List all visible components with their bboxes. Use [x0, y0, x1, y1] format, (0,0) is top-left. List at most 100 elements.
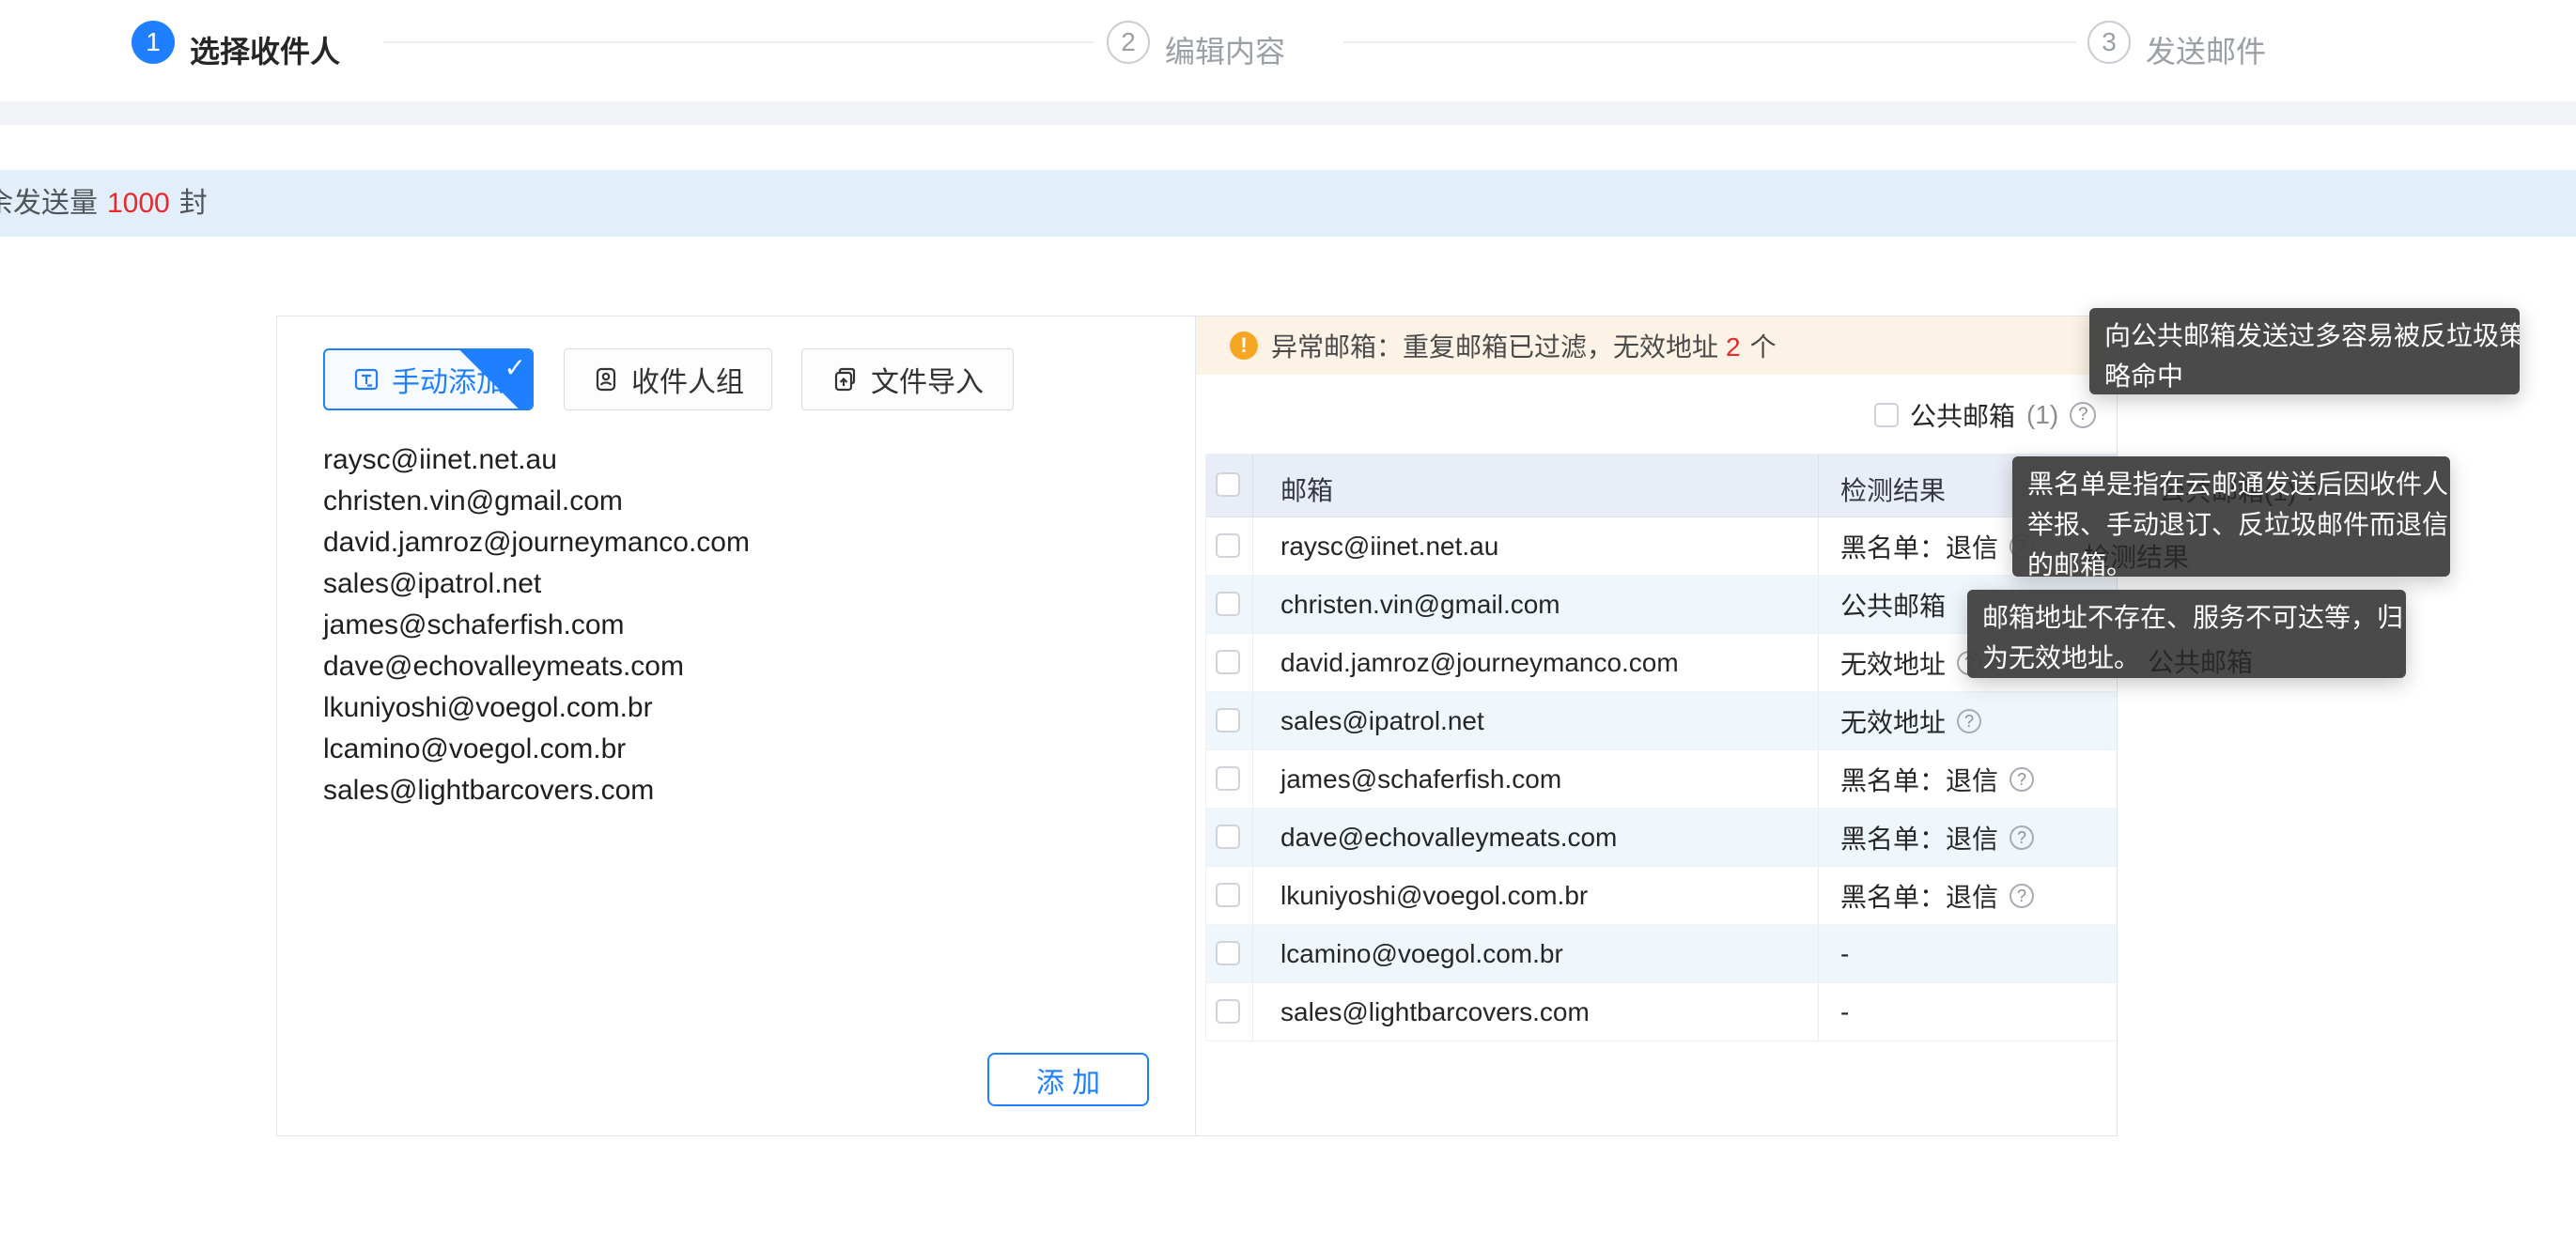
column-header-email: 邮箱 — [1280, 470, 1333, 508]
step-1-indicator: 1 — [132, 21, 175, 64]
step-3-label: 发送邮件 — [2146, 28, 2266, 71]
row-checkbox[interactable] — [1216, 941, 1240, 965]
abnormal-mailbox-warning: ! 异常邮箱：重复邮箱已过滤，无效地址2个 — [1196, 316, 2117, 375]
warning-icon: ! — [1230, 332, 1258, 360]
result-help-icon[interactable]: ? — [2010, 767, 2034, 792]
cell-result: 黑名单：退信? — [1840, 867, 2034, 925]
tooltip-line: 举报、手动退订、反垃圾邮件而退信 — [2027, 504, 2435, 545]
result-text: 黑名单：退信 — [1840, 761, 1998, 798]
tooltip-line: 为无效地址。 — [1982, 638, 2391, 678]
column-divider — [1818, 576, 1819, 633]
tooltip-line: 黑名单是指在云邮通发送后因收件人 — [2027, 464, 2435, 504]
public-mailbox-count: (1) — [2026, 400, 2058, 430]
column-divider — [1818, 692, 1819, 749]
cell-result: 公共邮箱 — [1840, 576, 1946, 634]
public-mailbox-filter-row: 公共邮箱 (1) ? — [1874, 398, 2096, 432]
column-divider — [1252, 809, 1253, 866]
tab-file-import[interactable]: 文件导入 — [801, 348, 1014, 410]
daily-quota-text: 余发送量1000封 — [0, 170, 208, 237]
column-divider — [1252, 925, 1253, 982]
column-divider — [1818, 925, 1819, 982]
tooltip-line: 的邮箱。 — [2027, 545, 2435, 577]
public-mailbox-checkbox[interactable] — [1874, 403, 1899, 427]
cell-email: dave@echovalleymeats.com — [1280, 823, 1617, 853]
header-divider-strip — [0, 101, 2576, 125]
row-checkbox[interactable] — [1216, 825, 1240, 849]
column-divider — [1252, 576, 1253, 633]
step-3-indicator: 3 — [2087, 21, 2131, 64]
cell-email: sales@lightbarcovers.com — [1280, 997, 1590, 1027]
row-checkbox[interactable] — [1216, 883, 1240, 907]
step-3-number: 3 — [2102, 27, 2117, 57]
email-line: dave@echovalleymeats.com — [323, 646, 1150, 687]
email-line: sales@ipatrol.net — [323, 563, 1150, 605]
column-divider — [1252, 517, 1253, 575]
email-line: sales@lightbarcovers.com — [323, 770, 1150, 811]
row-checkbox[interactable] — [1216, 766, 1240, 791]
warning-text: 异常邮箱：重复邮箱已过滤，无效地址2个 — [1271, 327, 1777, 364]
result-text: 黑名单：退信 — [1840, 877, 1998, 915]
table-row: lcamino@voegol.com.br - — [1206, 925, 2117, 983]
cell-email: sales@ipatrol.net — [1280, 706, 1484, 736]
quota-count: 1000 — [98, 188, 179, 219]
row-checkbox[interactable] — [1216, 708, 1240, 732]
table-row: raysc@iinet.net.au 黑名单：退信? — [1206, 517, 2117, 576]
public-mailbox-label: 公共邮箱 — [1910, 396, 2015, 434]
column-divider — [1818, 867, 1819, 924]
cell-email: lcamino@voegol.com.br — [1280, 939, 1563, 969]
manual-email-input-area[interactable]: raysc@iinet.net.au christen.vin@gmail.co… — [323, 439, 1150, 811]
warning-count: 2 — [1718, 332, 1748, 362]
cell-email: raysc@iinet.net.au — [1280, 532, 1498, 562]
tab-recipient-group-label: 收件人组 — [631, 359, 744, 400]
column-divider — [1818, 983, 1819, 1041]
tooltip-line: 邮箱地址不存在、服务不可达等，归 — [1982, 597, 2391, 638]
table-row: sales@ipatrol.net 无效地址? — [1206, 692, 2117, 750]
detection-table: 邮箱 检测结果 raysc@iinet.net.au 黑名单：退信? chris… — [1205, 454, 2117, 1041]
table-row: james@schaferfish.com 黑名单：退信? — [1206, 750, 2117, 809]
step-2-indicator: 2 — [1107, 21, 1150, 64]
row-checkbox[interactable] — [1216, 533, 1240, 558]
public-mailbox-help-icon[interactable]: ? — [2070, 402, 2096, 428]
step-2-number: 2 — [1121, 27, 1136, 57]
cell-result: 黑名单：退信? — [1840, 750, 2034, 809]
column-divider — [1252, 634, 1253, 691]
row-checkbox[interactable] — [1216, 650, 1240, 674]
file-import-icon — [831, 365, 860, 393]
email-line: raysc@iinet.net.au — [323, 439, 1150, 481]
email-line: lcamino@voegol.com.br — [323, 729, 1150, 770]
daily-quota-bar: 余发送量1000封 — [0, 170, 2576, 237]
tooltip-public-mailbox: 向公共邮箱发送过多容易被反垃圾策 略命中 — [2089, 308, 2520, 394]
bulk-mail-wizard-page: 1 选择收件人 2 编辑内容 3 发送邮件 余发送量1000封 手动添加 ✓ 收… — [0, 0, 2576, 1249]
column-divider — [1818, 454, 1819, 517]
tab-recipient-group[interactable]: 收件人组 — [564, 348, 772, 410]
contact-card-icon — [592, 365, 620, 393]
step-1-number: 1 — [146, 27, 161, 57]
select-all-checkbox[interactable] — [1216, 472, 1240, 497]
result-help-icon[interactable]: ? — [2010, 884, 2034, 908]
warning-prefix: 异常邮箱：重复邮箱已过滤，无效地址 — [1271, 332, 1718, 362]
cell-result: 无效地址? — [1840, 634, 1981, 692]
tab-manual-add[interactable]: 手动添加 ✓ — [323, 348, 534, 410]
result-help-icon[interactable]: ? — [2010, 825, 2034, 850]
result-text: 公共邮箱 — [1840, 586, 1946, 624]
cell-email: lkuniyoshi@voegol.com.br — [1280, 881, 1588, 911]
email-line: christen.vin@gmail.com — [323, 481, 1150, 522]
tooltip-line: 向公共邮箱发送过多容易被反垃圾策 — [2104, 316, 2505, 356]
row-checkbox[interactable] — [1216, 999, 1240, 1024]
result-text: 黑名单：退信 — [1840, 819, 1998, 856]
cell-result: - — [1840, 925, 1849, 983]
result-text: 无效地址 — [1840, 644, 1946, 682]
add-button[interactable]: 添 加 — [987, 1053, 1149, 1106]
row-checkbox[interactable] — [1216, 592, 1240, 616]
tooltip-invalid-address: 公共邮箱 邮箱地址不存在、服务不可达等，归 为无效地址。 — [1967, 590, 2406, 678]
result-help-icon[interactable]: ? — [1957, 709, 1981, 733]
cell-email: david.jamroz@journeymanco.com — [1280, 648, 1679, 678]
step-connector-2 — [1343, 41, 2076, 43]
email-line: james@schaferfish.com — [323, 605, 1150, 646]
warning-suffix: 个 — [1748, 332, 1777, 362]
email-line: lkuniyoshi@voegol.com.br — [323, 687, 1150, 729]
quota-prefix: 余发送量 — [0, 188, 98, 219]
text-input-icon — [352, 365, 380, 393]
check-icon: ✓ — [504, 352, 526, 383]
tooltip-line: 略命中 — [2104, 356, 2505, 394]
